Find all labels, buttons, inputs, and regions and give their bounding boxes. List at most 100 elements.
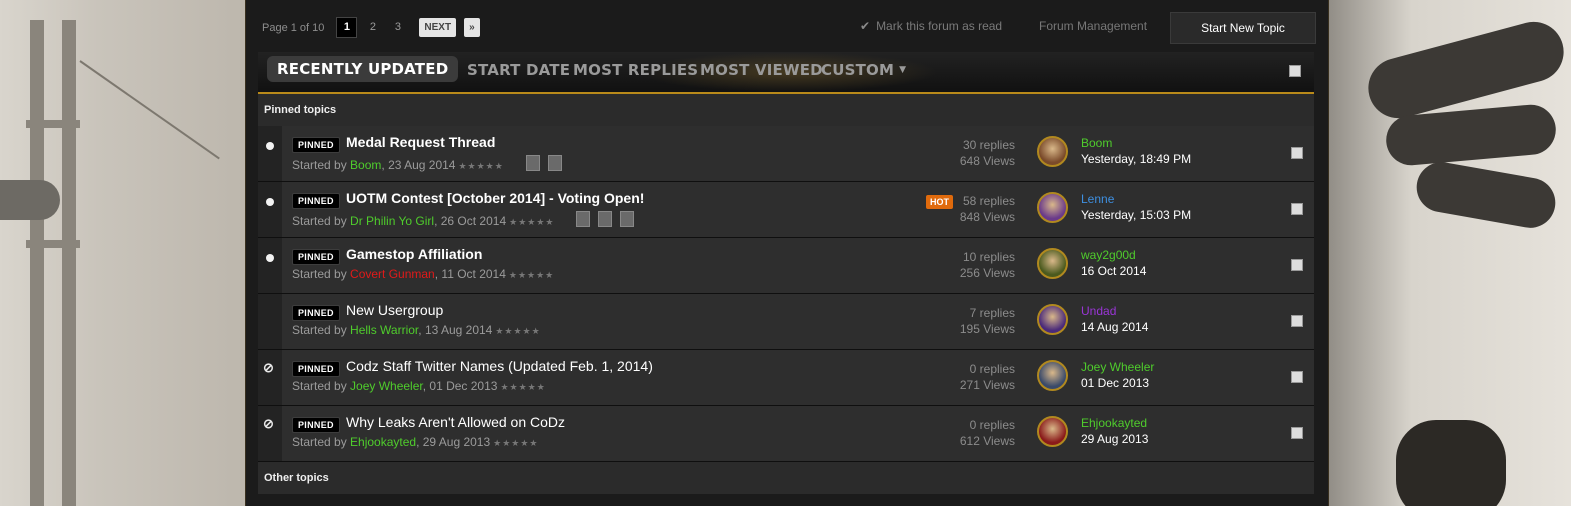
checkmark-icon: ✔ (860, 19, 871, 33)
start-new-topic-button[interactable]: Start New Topic (1170, 12, 1316, 44)
topic-stats: 0 replies 271 Views (960, 361, 1015, 393)
pinned-badge: PINNED (292, 193, 340, 209)
topic-page-link[interactable] (620, 211, 635, 227)
rating-stars-icon: ★★★★★ (458, 161, 504, 171)
topic-start-date: 13 Aug 2014 (424, 323, 493, 337)
background-art-right (1326, 0, 1571, 506)
topic-select-checkbox[interactable] (1291, 315, 1303, 327)
unread-dot-icon (266, 142, 274, 150)
topic-select-checkbox[interactable] (1291, 371, 1303, 383)
reply-count: 0 replies (969, 362, 1015, 376)
hot-badge: HOT (926, 195, 953, 209)
starter-username-link[interactable]: Dr Philin Yo Girl (350, 214, 434, 228)
tab-most-viewed[interactable]: MOST VIEWED (700, 61, 823, 79)
tab-custom-label: CUSTOM (821, 61, 895, 79)
page-link-3[interactable]: 3 (388, 18, 407, 37)
avatar[interactable] (1037, 136, 1068, 167)
reply-count: 58 replies (962, 194, 1015, 208)
last-poster-link[interactable]: Lenne (1081, 192, 1114, 206)
topic-row: PINNED Gamestop Affiliation Started by Cov… (258, 238, 1314, 294)
started-by-label: Started by (292, 214, 351, 228)
last-post-date[interactable]: Yesterday, 15:03 PM (1081, 208, 1191, 222)
started-by-label: Started by (292, 158, 351, 172)
page-link-2[interactable]: 2 (363, 18, 382, 37)
last-post-date[interactable]: Yesterday, 18:49 PM (1081, 152, 1191, 166)
topic-stats: 7 replies 195 Views (960, 305, 1015, 337)
last-post-date[interactable]: 16 Oct 2014 (1081, 264, 1146, 278)
topic-select-checkbox[interactable] (1291, 203, 1303, 215)
starter-username-link[interactable]: Joey Wheeler (350, 379, 423, 393)
topic-status-cell: ⊘ (258, 406, 282, 461)
avatar[interactable] (1037, 192, 1068, 223)
tab-start-date[interactable]: START DATE (467, 61, 570, 79)
topic-starter-info: Started by Boom, 23 Aug 2014 ★★★★★ (292, 155, 562, 172)
view-count: 648 Views (959, 154, 1015, 168)
topic-page-link[interactable] (576, 211, 591, 227)
forum-management-link[interactable]: Forum Management (1039, 19, 1147, 33)
topic-starter-info: Started by Covert Gunman, 11 Oct 2014 ★★★… (292, 267, 554, 281)
last-poster-link[interactable]: Ehjookayted (1081, 416, 1147, 430)
started-by-label: Started by (292, 379, 351, 393)
view-count: 256 Views (959, 266, 1015, 280)
last-poster-link[interactable]: Undad (1081, 304, 1116, 318)
page-link-1[interactable]: 1 (336, 17, 358, 38)
separator: , (434, 214, 441, 228)
rating-stars-icon: ★★★★★ (500, 382, 546, 392)
topic-title-link[interactable]: Gamestop Affiliation (346, 246, 482, 262)
last-post-date[interactable]: 29 Aug 2013 (1081, 432, 1148, 446)
last-poster-link[interactable]: Boom (1081, 136, 1112, 150)
starter-username-link[interactable]: Hells Warrior (350, 323, 418, 337)
locked-icon: ⊘ (263, 416, 274, 431)
pinned-badge: PINNED (292, 137, 340, 153)
last-post-date[interactable]: 14 Aug 2014 (1081, 320, 1148, 334)
page-count-label: Page 1 of 10 (262, 21, 325, 34)
reply-count: 0 replies (969, 418, 1015, 432)
separator: , (416, 435, 423, 449)
topic-start-date: 29 Aug 2013 (422, 435, 491, 449)
last-poster-link[interactable]: way2g00d (1081, 248, 1136, 262)
pinned-badge: PINNED (292, 249, 340, 265)
avatar[interactable] (1037, 416, 1068, 447)
select-all-checkbox[interactable] (1289, 65, 1301, 77)
topic-title-link[interactable]: Medal Request Thread (346, 134, 495, 150)
tab-most-replies[interactable]: MOST REPLIES (573, 61, 698, 79)
topic-title-link[interactable]: UOTM Contest [October 2014] - Voting Ope… (346, 190, 644, 206)
topic-start-date: 01 Dec 2013 (429, 379, 498, 393)
next-page-button[interactable]: NEXT (419, 18, 457, 37)
topic-row: PINNED Medal Request Thread Started by Boo… (258, 126, 1314, 182)
avatar[interactable] (1037, 304, 1068, 335)
last-poster-link[interactable]: Joey Wheeler (1081, 360, 1154, 374)
topic-select-checkbox[interactable] (1291, 259, 1303, 271)
mark-read-label: Mark this forum as read (876, 19, 1003, 33)
starter-username-link[interactable]: Boom (350, 158, 381, 172)
caret-down-icon: ▼ (899, 65, 907, 75)
topic-row: ⊘ PINNED Why Leaks Aren't Allowed on CoDz S… (258, 406, 1314, 462)
avatar[interactable] (1037, 248, 1068, 279)
topic-page-link[interactable] (525, 155, 540, 171)
reply-count: 7 replies (969, 306, 1015, 320)
view-count: 271 Views (959, 378, 1015, 392)
tab-recently-updated[interactable]: RECENTLY UPDATED (267, 56, 459, 82)
topic-status-cell (258, 182, 282, 237)
topic-title-link[interactable]: Why Leaks Aren't Allowed on CoDz (346, 414, 565, 430)
topic-status-cell (258, 294, 282, 349)
starter-username-link[interactable]: Covert Gunman (350, 267, 435, 281)
starter-username-link[interactable]: Ehjookayted (350, 435, 416, 449)
topic-page-link[interactable] (547, 155, 562, 171)
avatar[interactable] (1037, 360, 1068, 391)
topic-select-checkbox[interactable] (1291, 427, 1303, 439)
rating-stars-icon: ★★★★★ (495, 326, 541, 336)
topic-status-cell (258, 126, 282, 181)
sort-tabs-bar: RECENTLY UPDATED START DATE MOST REPLIES… (258, 52, 1314, 94)
mark-forum-read-link[interactable]: ✔ Mark this forum as read (860, 19, 1002, 33)
started-by-label: Started by (292, 323, 351, 337)
last-page-button[interactable]: » (464, 18, 480, 37)
topic-title-link[interactable]: New Usergroup (346, 302, 443, 318)
rating-stars-icon: ★★★★★ (508, 270, 555, 280)
topic-select-checkbox[interactable] (1291, 147, 1303, 159)
topic-title-link[interactable]: Codz Staff Twitter Names (Updated Feb. 1… (346, 358, 653, 374)
last-post-date[interactable]: 01 Dec 2013 (1081, 376, 1149, 390)
other-topics-header: Other topics (258, 462, 1314, 494)
tab-custom[interactable]: CUSTOM ▼ (821, 61, 906, 79)
topic-page-link[interactable] (598, 211, 613, 227)
